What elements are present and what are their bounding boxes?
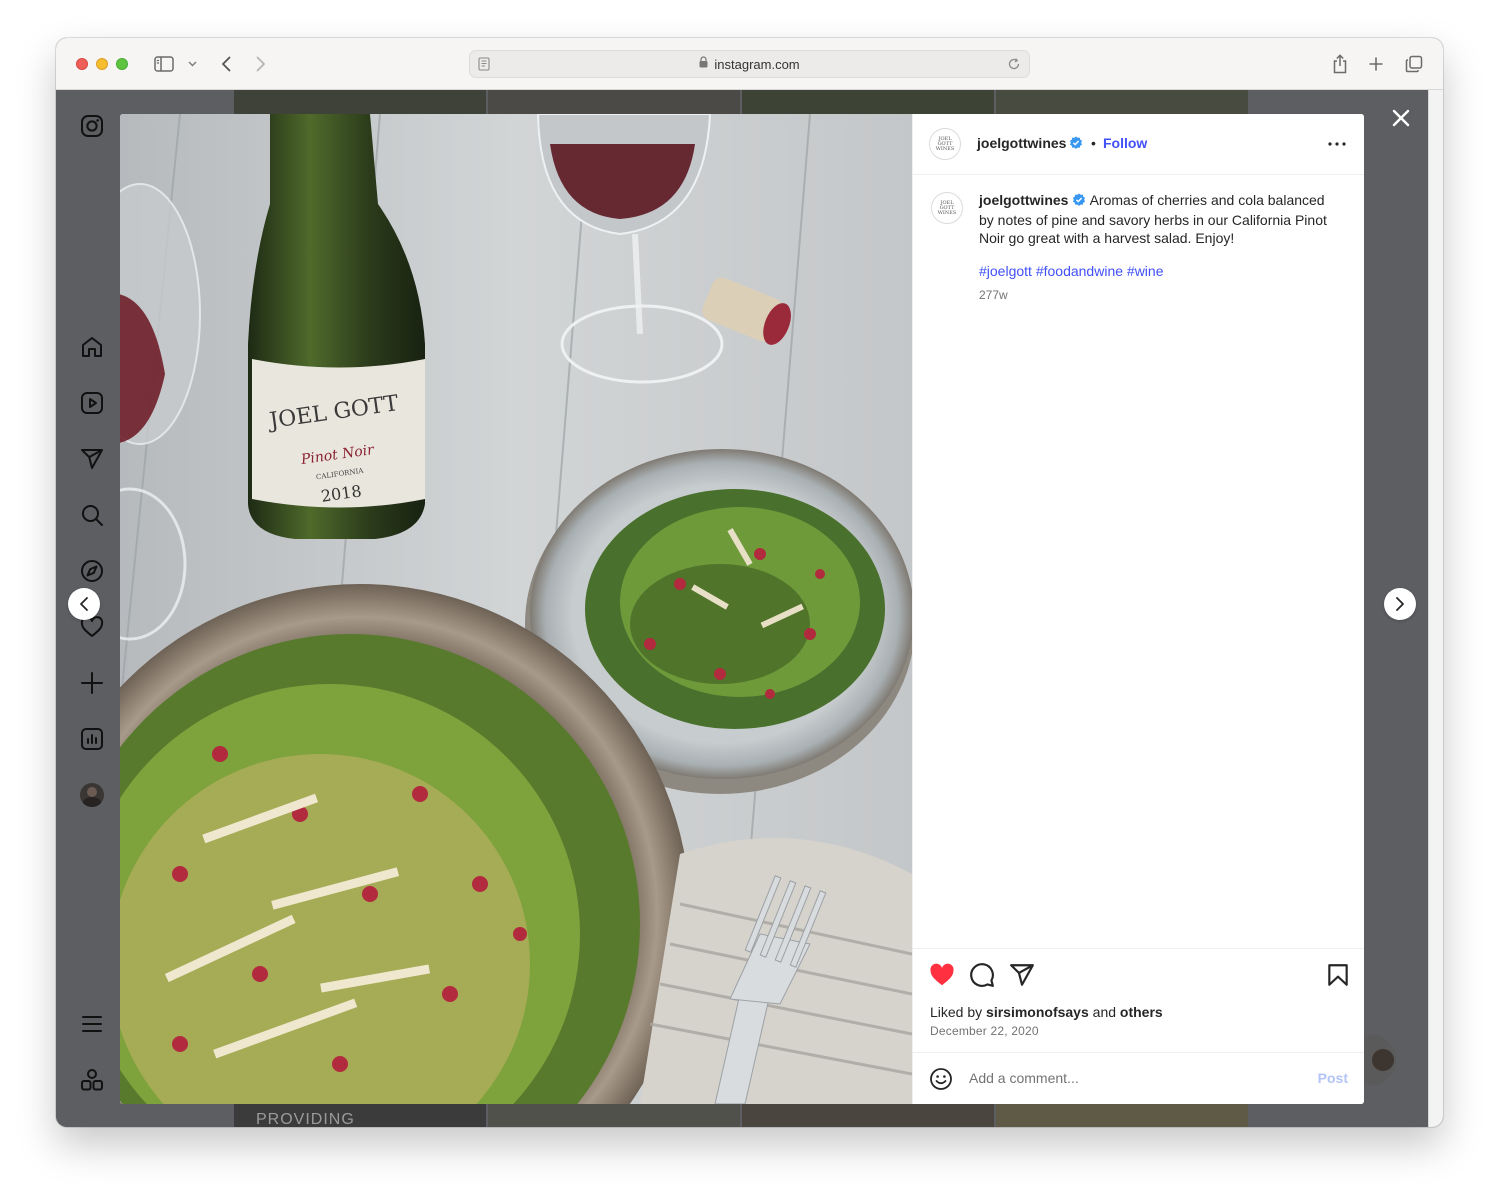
dot-separator: • (1091, 135, 1096, 151)
comment-icon[interactable] (969, 962, 995, 988)
post-header: JOEL GOTT WINES joelgottwines • Follow (913, 114, 1364, 175)
reels-icon[interactable] (78, 389, 106, 417)
avatar-text: JOEL GOTT WINES (935, 135, 955, 152)
back-icon[interactable] (216, 52, 236, 76)
direct-icon[interactable] (78, 445, 106, 473)
avatar-text: JOEL GOTT WINES (937, 199, 957, 216)
hashtag-link[interactable]: #joelgott (979, 263, 1032, 279)
liked-prefix: Liked by (930, 1004, 983, 1020)
post-details-panel: JOEL GOTT WINES joelgottwines • Follow J… (912, 114, 1364, 1104)
caption-avatar[interactable]: JOEL GOTT WINES (931, 192, 963, 224)
background-tile (996, 1104, 1248, 1127)
close-window-button[interactable] (76, 58, 88, 70)
post-date: December 22, 2020 (930, 1024, 1039, 1038)
reload-icon[interactable] (1007, 57, 1021, 76)
share-icon[interactable] (1009, 962, 1035, 988)
new-tab-icon[interactable] (1366, 52, 1386, 76)
post-actions: Liked by sirsimonofsays and others Decem… (913, 948, 1364, 1052)
menu-icon[interactable] (78, 1010, 106, 1038)
hashtag-link[interactable]: #wine (1127, 263, 1164, 279)
verified-badge-icon (1069, 136, 1083, 155)
sidebar-toggle-icon[interactable] (152, 52, 176, 76)
liked-and: and (1092, 1004, 1117, 1020)
caption-age: 277w (979, 288, 1008, 302)
create-icon[interactable] (78, 669, 106, 697)
page-scrollbar[interactable] (1428, 90, 1443, 1127)
browser-toolbar: instagram.com (56, 38, 1443, 90)
background-tile (996, 90, 1248, 114)
save-icon[interactable] (1325, 962, 1351, 988)
post-modal: JOEL GOTT Pinot Noir CALIFORNIA 2018 JOE… (120, 114, 1364, 1104)
lock-icon (699, 55, 708, 73)
zoom-window-button[interactable] (116, 58, 128, 70)
post-comment-button[interactable]: Post (1318, 1070, 1348, 1086)
more-icon[interactable] (78, 1066, 106, 1094)
previous-post-button[interactable] (68, 588, 100, 620)
emoji-icon[interactable] (929, 1067, 953, 1096)
caption-username[interactable]: joelgottwines (979, 192, 1068, 208)
background-tile (488, 1104, 740, 1127)
comment-input[interactable]: Add a comment... (969, 1070, 1079, 1086)
follow-button[interactable]: Follow (1103, 135, 1147, 151)
profile-avatar[interactable] (78, 781, 106, 809)
liked-user[interactable]: sirsimonofsays (986, 1004, 1089, 1020)
comment-bar: Add a comment... Post (913, 1052, 1364, 1104)
more-options-icon[interactable] (1327, 134, 1347, 159)
hashtags: #joelgott #foodandwine #wine (979, 263, 1164, 279)
hashtag-link[interactable]: #foodandwine (1036, 263, 1123, 279)
tab-overview-icon[interactable] (1404, 52, 1424, 76)
instagram-logo-icon[interactable] (78, 112, 106, 140)
chevron-left-icon (80, 597, 88, 611)
next-post-button[interactable] (1384, 588, 1416, 620)
liked-by: Liked by sirsimonofsays and others (930, 1004, 1163, 1020)
insights-icon[interactable] (78, 725, 106, 753)
forward-icon[interactable] (251, 52, 271, 76)
explore-icon[interactable] (78, 557, 106, 585)
background-tile (742, 90, 994, 114)
background-tile (488, 90, 740, 114)
background-tile: PROVIDING (234, 1104, 486, 1127)
reader-icon[interactable] (478, 57, 490, 76)
post-caption: joelgottwines Aromas of cherries and col… (979, 191, 1339, 247)
browser-window: instagram.com PROVIDING JOEL GOTT Pinot … (56, 38, 1443, 1127)
close-modal-button[interactable] (1389, 106, 1413, 130)
like-icon[interactable] (929, 962, 955, 988)
page-content: PROVIDING JOEL GOTT Pinot Noir CALIFORNI… (56, 90, 1428, 1127)
liked-others[interactable]: others (1120, 1004, 1163, 1020)
url-text: instagram.com (714, 56, 800, 72)
share-page-icon[interactable] (1330, 52, 1350, 76)
minimize-window-button[interactable] (96, 58, 108, 70)
background-tile-text: PROVIDING (256, 1111, 355, 1127)
author-username[interactable]: joelgottwines (977, 135, 1066, 151)
search-icon[interactable] (78, 501, 106, 529)
home-icon[interactable] (78, 333, 106, 361)
close-icon (1392, 109, 1410, 127)
background-tile (742, 1104, 994, 1127)
chevron-right-icon (1396, 597, 1404, 611)
author-avatar[interactable]: JOEL GOTT WINES (929, 128, 961, 160)
background-tile (234, 90, 486, 114)
post-photo[interactable]: JOEL GOTT Pinot Noir CALIFORNIA 2018 (120, 114, 912, 1104)
address-bar[interactable]: instagram.com (469, 50, 1030, 78)
chevron-down-icon[interactable] (186, 52, 198, 76)
verified-badge-icon (1072, 193, 1086, 211)
